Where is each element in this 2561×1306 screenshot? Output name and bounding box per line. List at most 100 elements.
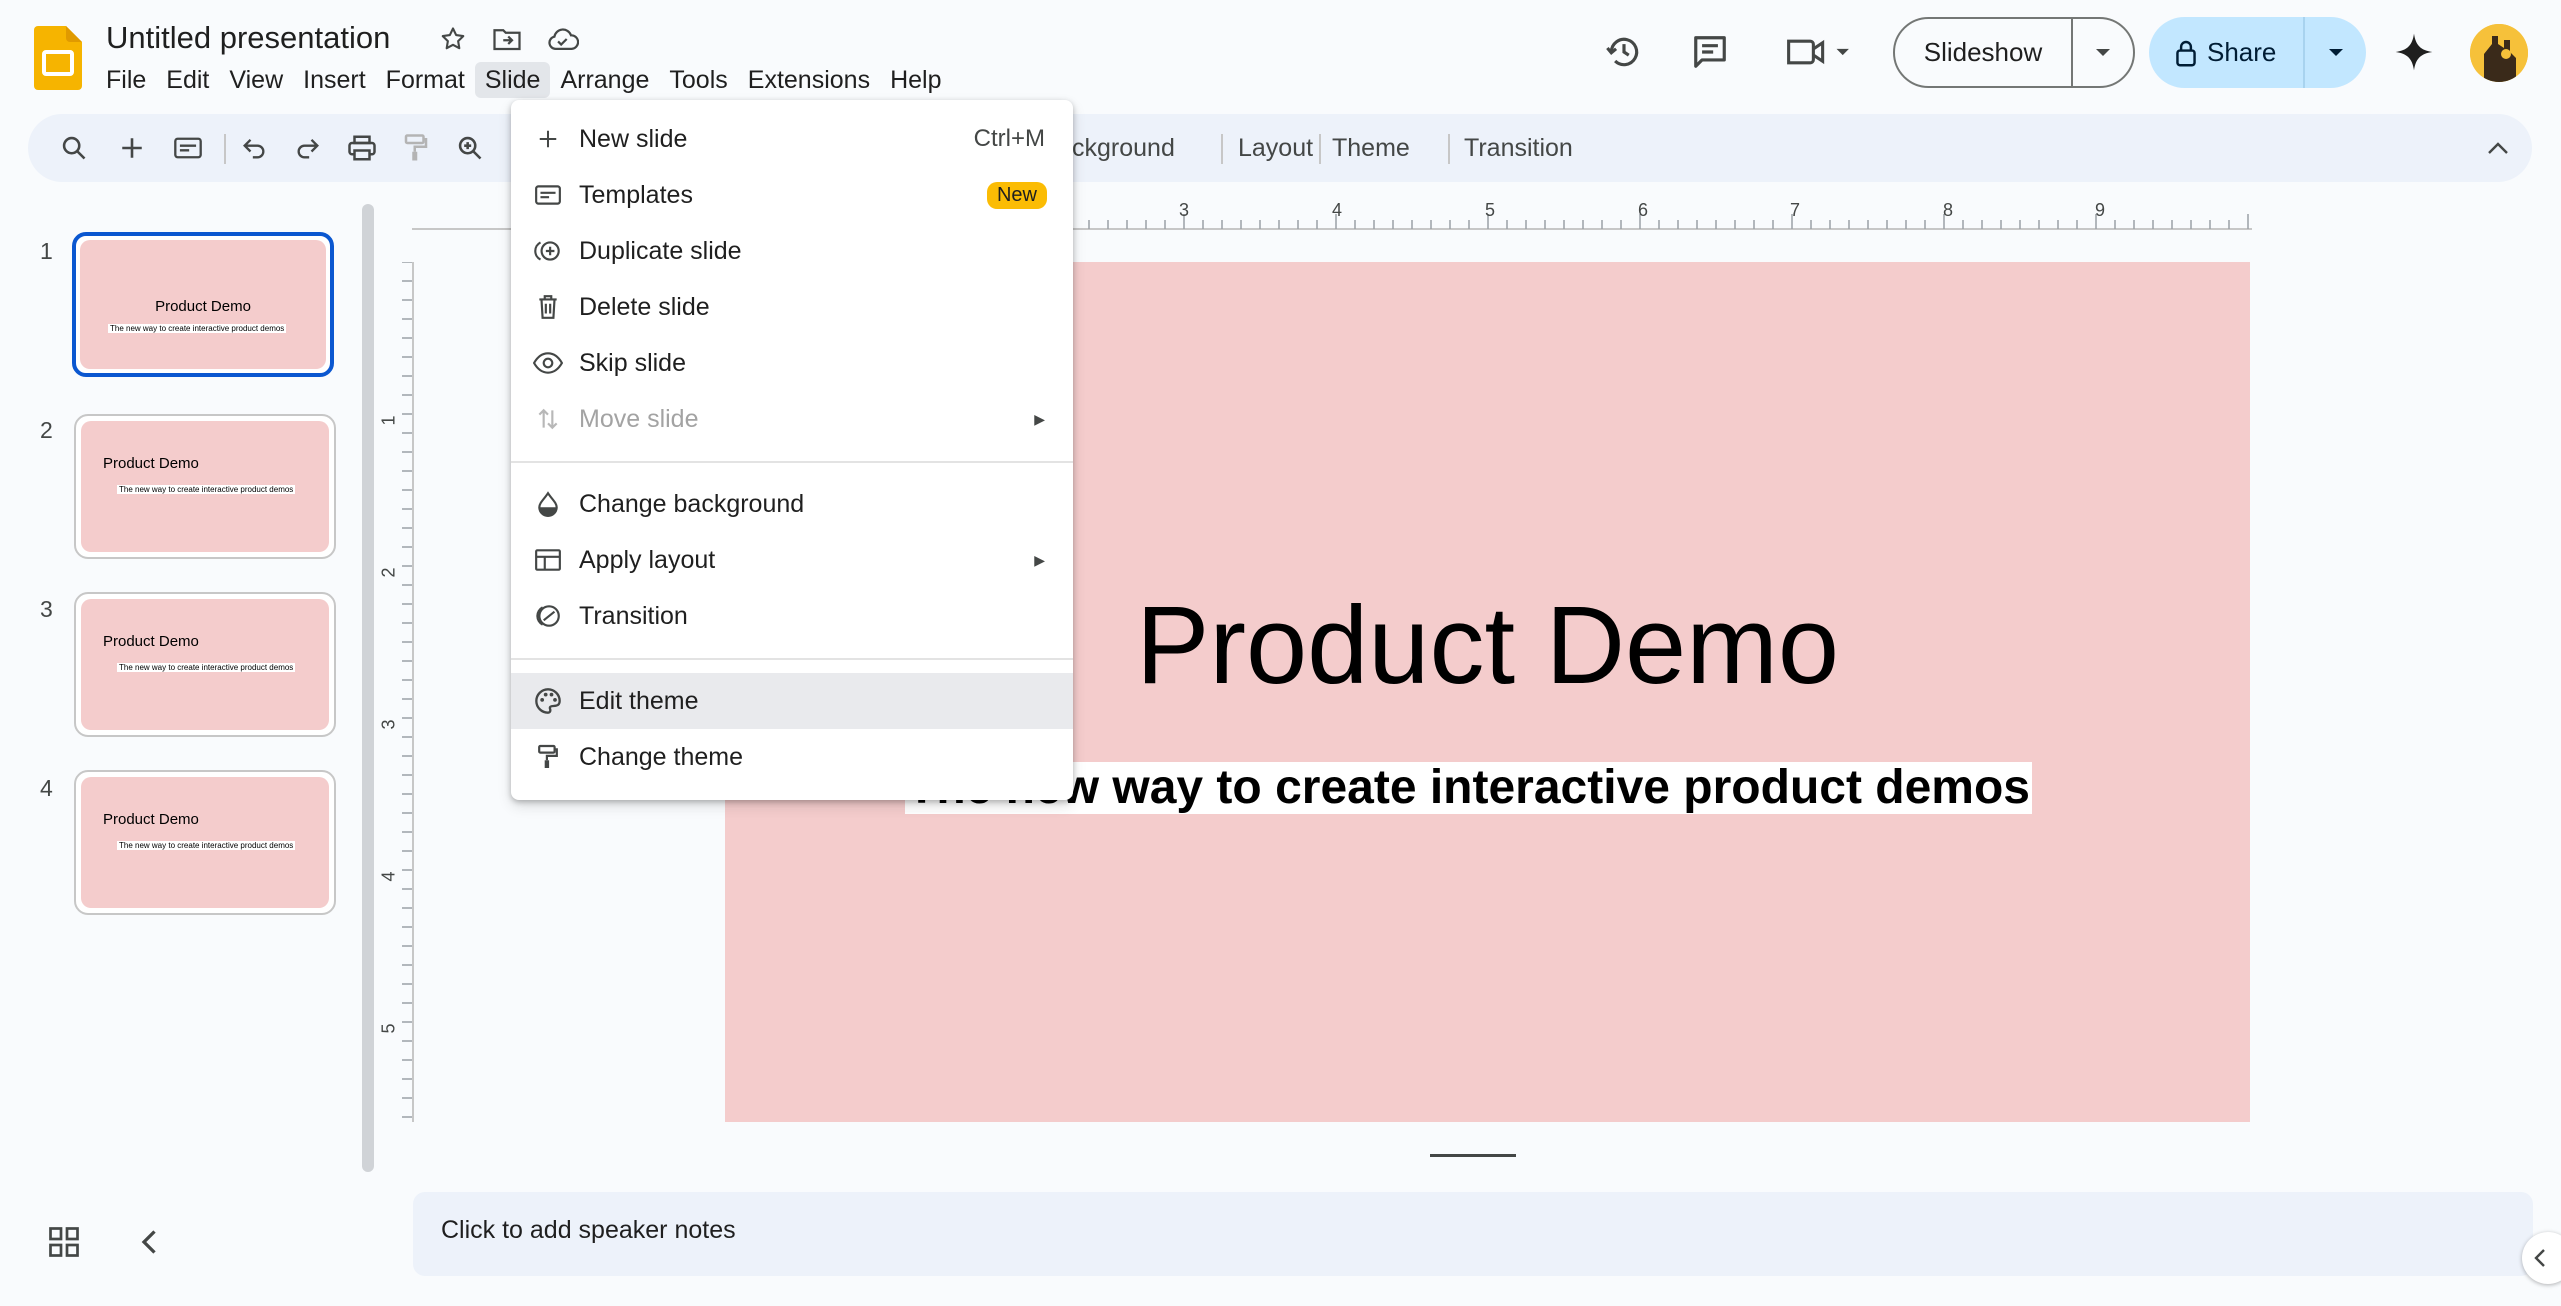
account-avatar[interactable]	[2470, 24, 2528, 82]
share-button[interactable]: Share	[2149, 17, 2366, 88]
slideshow-button[interactable]: Slideshow	[1893, 17, 2135, 88]
redo-icon[interactable]	[290, 130, 326, 166]
share-label: Share	[2207, 37, 2277, 67]
theme-button[interactable]: Theme	[1320, 134, 1410, 163]
slideshow-options-chevron-icon[interactable]	[2073, 48, 2133, 58]
menu-item-label: Change background	[579, 489, 805, 518]
menu-insert[interactable]: Insert	[293, 62, 376, 98]
cloud-saved-icon[interactable]	[546, 22, 580, 56]
transition-icon	[531, 599, 565, 633]
menu-item-change-theme[interactable]: Change theme	[511, 729, 1073, 785]
menu-item-label: Move slide	[579, 404, 699, 433]
select-layout-icon[interactable]	[170, 130, 206, 166]
menu-view[interactable]: View	[219, 62, 293, 98]
toolbar: ckground Layout Theme Transition	[28, 114, 2532, 182]
thumbnail-title: Product Demo	[155, 298, 251, 315]
menu-item-move-slide[interactable]: Move slide ▶	[511, 391, 1073, 447]
submenu-arrow-icon: ▶	[1034, 410, 1045, 427]
toolbar-separator	[1448, 134, 1450, 164]
menu-item-label: Change theme	[579, 742, 744, 771]
menu-extensions[interactable]: Extensions	[738, 62, 880, 98]
slides-logo[interactable]	[34, 26, 82, 90]
menu-item-duplicate-slide[interactable]: Duplicate slide	[511, 223, 1073, 279]
duplicate-icon	[531, 234, 565, 268]
search-menus-icon[interactable]	[56, 130, 92, 166]
thumbnail-canvas: Product Demo The new way to create inter…	[81, 599, 329, 730]
menu-item-delete-slide[interactable]: Delete slide	[511, 279, 1073, 335]
comments-icon[interactable]	[1682, 24, 1738, 80]
menu-edit[interactable]: Edit	[156, 62, 219, 98]
version-history-icon[interactable]	[1596, 24, 1652, 80]
menu-item-change-background[interactable]: Change background	[511, 476, 1073, 532]
thumbnail-title: Product Demo	[103, 811, 199, 828]
slide-thumbnail-3[interactable]: Product Demo The new way to create inter…	[74, 592, 336, 737]
drop-icon	[531, 487, 565, 521]
submenu-arrow-icon: ▶	[1034, 551, 1045, 568]
side-panel-chevron-left-icon[interactable]	[2522, 1232, 2561, 1284]
slide-thumbnail-2[interactable]: Product Demo The new way to create inter…	[74, 414, 336, 559]
background-button[interactable]: ckground	[1072, 134, 1175, 163]
menu-file[interactable]: File	[96, 62, 156, 98]
slide-number: 3	[40, 596, 53, 622]
speaker-notes-area[interactable]: Click to add speaker notes	[413, 1192, 2533, 1276]
menu-item-label: Edit theme	[579, 686, 699, 715]
ruler-label: 2	[378, 567, 399, 578]
thumbnail-subtitle: The new way to create interactive produc…	[108, 324, 287, 333]
collapse-filmstrip-chevron-left-icon[interactable]	[132, 1224, 168, 1260]
layout-button[interactable]: Layout	[1222, 134, 1313, 163]
speaker-notes-placeholder: Click to add speaker notes	[441, 1216, 736, 1244]
menu-item-skip-slide[interactable]: Skip slide	[511, 335, 1073, 391]
document-title[interactable]: Untitled presentation	[106, 20, 390, 56]
menu-bar: File Edit View Insert Format Slide Arran…	[96, 62, 952, 98]
thumbnail-canvas: Product Demo The new way to create inter…	[81, 421, 329, 552]
share-options-chevron-icon[interactable]	[2305, 48, 2366, 58]
menu-format[interactable]: Format	[376, 62, 475, 98]
menu-item-label: New slide	[579, 124, 688, 153]
slide-subtitle-text[interactable]: The new way to create interactive produc…	[905, 762, 2032, 814]
slide-dropdown-menu: New slide Ctrl+M Templates New Duplicate…	[511, 100, 1073, 800]
menu-item-label: Transition	[579, 601, 688, 630]
plus-icon	[531, 122, 565, 156]
menu-item-new-slide[interactable]: New slide Ctrl+M	[511, 111, 1073, 167]
ruler-label: 7	[1790, 200, 1801, 220]
new-badge: New	[986, 181, 1047, 209]
transition-button[interactable]: Transition	[1464, 134, 1573, 163]
menu-item-edit-theme[interactable]: Edit theme	[511, 673, 1073, 729]
menu-tools[interactable]: Tools	[659, 62, 737, 98]
collapse-toolbar-chevron-up-icon[interactable]	[2480, 130, 2516, 166]
menu-item-transition[interactable]: Transition	[511, 588, 1073, 644]
menu-item-apply-layout[interactable]: Apply layout ▶	[511, 532, 1073, 588]
meet-video-icon[interactable]	[1778, 24, 1858, 80]
menu-help[interactable]: Help	[880, 62, 951, 98]
ruler-label: 6	[1638, 200, 1649, 220]
thumbnail-subtitle: The new way to create interactive produc…	[117, 663, 296, 672]
ruler-label: 1	[378, 415, 399, 426]
menu-item-label: Apply layout	[579, 545, 716, 574]
slide-thumbnail-4[interactable]: Product Demo The new way to create inter…	[74, 770, 336, 915]
star-icon[interactable]	[436, 22, 470, 56]
ruler-label: 3	[378, 719, 399, 730]
menu-slide[interactable]: Slide	[474, 62, 551, 98]
slideshow-label[interactable]: Slideshow	[1895, 19, 2073, 86]
slide-thumbnail-1[interactable]: Product Demo The new way to create inter…	[72, 232, 334, 377]
menu-item-label: Templates	[579, 180, 693, 209]
share-main[interactable]: Share	[2149, 17, 2305, 88]
print-icon[interactable]	[344, 130, 380, 166]
menu-arrange[interactable]: Arrange	[550, 62, 659, 98]
palette-icon	[531, 684, 565, 718]
notes-resize-handle[interactable]	[1430, 1154, 1516, 1157]
menu-item-label: Delete slide	[579, 292, 710, 321]
ruler-label: 4	[1332, 200, 1343, 220]
undo-icon[interactable]	[236, 130, 272, 166]
grid-view-icon[interactable]	[46, 1224, 82, 1260]
thumbnail-canvas: Product Demo The new way to create inter…	[81, 777, 329, 908]
gemini-sparkle-icon[interactable]	[2386, 24, 2442, 80]
move-folder-icon[interactable]	[490, 22, 524, 56]
ruler-label: 5	[1485, 200, 1496, 220]
paint-format-icon[interactable]	[398, 130, 434, 166]
filmstrip-scrollbar[interactable]	[362, 204, 374, 1172]
thumbnail-title: Product Demo	[103, 633, 199, 650]
menu-item-templates[interactable]: Templates New	[511, 167, 1073, 223]
new-slide-plus-icon[interactable]	[114, 130, 150, 166]
zoom-icon[interactable]	[452, 130, 488, 166]
